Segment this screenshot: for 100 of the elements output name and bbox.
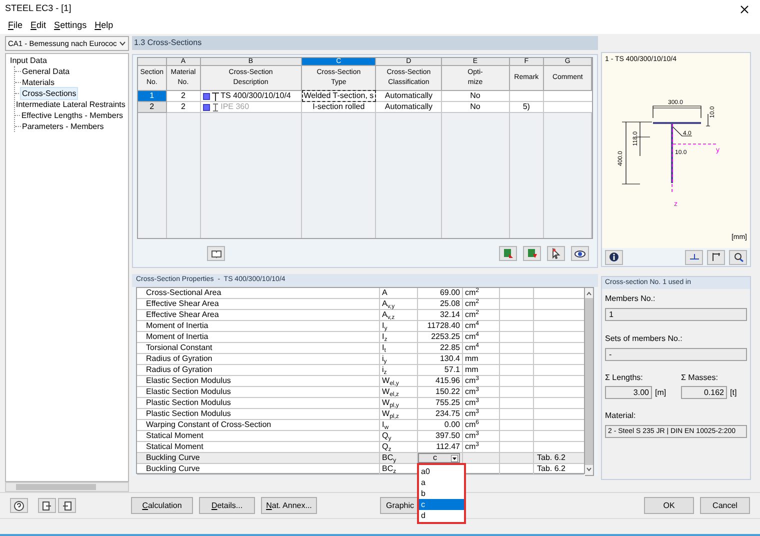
tree-item[interactable]: Materials xyxy=(21,77,56,88)
unit-label: [m] xyxy=(655,386,666,398)
sets-field[interactable]: - xyxy=(605,348,747,361)
menu-item[interactable]: Settings xyxy=(54,19,87,33)
property-name: Cross-Sectional Area xyxy=(146,288,222,297)
tree-item[interactable]: Effective Lengths - Members xyxy=(20,110,124,121)
property-name: Warping Constant of Cross-Section xyxy=(146,420,272,429)
zoom-icon-button[interactable] xyxy=(729,250,747,264)
property-symbol: i$_{y}$ xyxy=(382,354,387,363)
help-icon xyxy=(14,500,24,510)
unit-label: [t] xyxy=(730,386,737,398)
table-cell: 2 xyxy=(166,102,201,113)
property-symbol: BC$_{z}$ xyxy=(382,464,396,473)
property-value: 2253.25 xyxy=(431,332,460,341)
menu-item[interactable]: Edit xyxy=(30,19,46,33)
export-icon-button[interactable] xyxy=(58,498,76,513)
details-button[interactable]: Details... xyxy=(199,497,255,514)
pointer-icon-button[interactable] xyxy=(547,246,565,261)
dimensions-icon xyxy=(710,252,722,262)
tree-item[interactable]: Input Data xyxy=(10,55,124,66)
ok-button[interactable]: OK xyxy=(644,497,694,514)
table-cell: No xyxy=(442,91,510,102)
property-name: Plastic Section Modulus xyxy=(146,398,231,407)
tee-section-icon xyxy=(212,92,219,100)
property-symbol: I$_{w}$ xyxy=(382,420,389,429)
property-symbol: A xyxy=(382,288,388,297)
property-value: 755.25 xyxy=(436,398,460,407)
properties-row[interactable]: Moment of Inertia I$_{y}$ 11728.40 cm$^{4}$ xyxy=(137,321,584,332)
property-unit: cm$^{3}$ xyxy=(465,442,480,451)
lengths-field[interactable]: 3.00 xyxy=(605,386,652,399)
import-icon-button[interactable] xyxy=(499,246,517,261)
property-symbol: Q$_{y}$ xyxy=(382,431,392,440)
calculation-button[interactable]: Calculation xyxy=(131,497,193,514)
masses-field[interactable]: 0.162 xyxy=(681,386,727,399)
property-value: 415.96 xyxy=(436,376,460,385)
row-number[interactable]: 1 xyxy=(138,91,167,102)
property-value: 25.08 xyxy=(440,299,460,308)
properties-row[interactable]: Statical Moment Q$_{y}$ 397.50 cm$^{3}$ xyxy=(137,431,584,442)
properties-row[interactable]: Radius of Gyration i$_{y}$ 130.4 mm xyxy=(137,354,584,365)
properties-row[interactable]: Radius of Gyration i$_{z}$ 57.1 mm xyxy=(137,365,584,376)
properties-row[interactable]: Warping Constant of Cross-Section I$_{w}$ 0.00 cm$^{6}$ xyxy=(137,420,584,431)
property-value: 234.75 xyxy=(436,409,460,418)
menu-item[interactable]: Help xyxy=(94,19,114,33)
dropdown-option[interactable]: a xyxy=(419,477,464,488)
menu-item[interactable]: File xyxy=(8,19,23,33)
i-beam-icon xyxy=(212,102,219,112)
book-icon-button[interactable] xyxy=(207,246,225,261)
import-icon-button[interactable] xyxy=(38,498,56,513)
tree-item[interactable]: General Data xyxy=(21,66,71,77)
dropdown-option[interactable]: c xyxy=(419,499,464,510)
properties-row[interactable]: Torsional Constant I$_{t}$ 22.85 cm$^{4}$ xyxy=(137,343,584,354)
row-number[interactable]: 2 xyxy=(138,102,167,113)
info-icon-button[interactable] xyxy=(605,250,623,264)
property-unit: cm$^{4}$ xyxy=(465,332,480,341)
cancel-button[interactable]: Cancel xyxy=(700,497,750,514)
properties-row[interactable]: Plastic Section Modulus W$_{pl,z}$ 234.75 cm$^{3}$ xyxy=(137,409,584,420)
table-cell: TS 400/300/10/10/4 xyxy=(220,91,291,101)
property-name: Moment of Inertia xyxy=(146,321,208,330)
property-value: 32.14 xyxy=(440,310,460,319)
table-cell xyxy=(510,91,544,102)
help-icon-button[interactable] xyxy=(10,498,28,513)
horizontal-scrollbar[interactable] xyxy=(5,482,129,492)
properties-row[interactable]: Moment of Inertia I$_{z}$ 2253.25 cm$^{4}$ xyxy=(137,332,584,343)
properties-row[interactable]: Elastic Section Modulus W$_{el,z}$ 150.22 cm$^{3}$ xyxy=(137,387,584,398)
close-icon[interactable] xyxy=(740,4,749,14)
property-name: Statical Moment xyxy=(146,442,204,451)
properties-row[interactable]: Effective Shear Area A$_{v,y}$ 25.08 cm$^{2}$ xyxy=(137,299,584,310)
dropdown-option[interactable]: a0 xyxy=(419,466,464,477)
properties-row[interactable]: Cross-Sectional Area A 69.00 cm$^{2}$ xyxy=(137,288,584,299)
properties-row[interactable]: Plastic Section Modulus W$_{pl,y}$ 755.25 cm$^{3}$ xyxy=(137,398,584,409)
nat-annex-button[interactable]: Nat. Annex... xyxy=(261,497,317,514)
color-swatch xyxy=(202,92,210,100)
dropdown-option[interactable]: b xyxy=(419,488,464,499)
members-field[interactable]: 1 xyxy=(605,308,747,321)
vertical-scrollbar[interactable] xyxy=(585,287,594,476)
property-unit: cm$^{2}$ xyxy=(465,288,480,297)
section-view-icon-button[interactable] xyxy=(685,250,703,264)
property-name: Radius of Gyration xyxy=(146,354,212,363)
eye-icon-button[interactable] xyxy=(571,246,589,261)
property-symbol: Q$_{z}$ xyxy=(382,442,392,451)
property-unit: cm$^{2}$ xyxy=(465,310,480,319)
dimensions-icon-button[interactable] xyxy=(707,250,725,264)
property-unit: cm$^{3}$ xyxy=(465,398,480,407)
property-value: 69.00 xyxy=(440,288,460,297)
properties-row[interactable]: Elastic Section Modulus W$_{el,y}$ 415.96 cm$^{3}$ xyxy=(137,376,584,387)
field-label: Members No.: xyxy=(605,293,656,305)
tree-item[interactable]: Intermediate Lateral Restraints xyxy=(15,99,126,110)
curve-dropdown[interactable]: c xyxy=(418,453,460,463)
tree-item[interactable]: Cross-Sections xyxy=(21,88,78,99)
export-icon-button[interactable] xyxy=(523,246,541,261)
property-unit: cm$^{3}$ xyxy=(465,409,480,418)
table-cell: I-section rolled xyxy=(312,102,366,112)
tree-item[interactable]: Parameters - Members xyxy=(21,121,105,132)
table-cell: Automatically xyxy=(376,102,442,113)
properties-row[interactable]: Effective Shear Area A$_{v,z}$ 32.14 cm$^{2}$ xyxy=(137,310,584,321)
property-unit: mm xyxy=(465,365,478,374)
property-symbol: A$_{v,y}$ xyxy=(382,299,395,308)
properties-row[interactable]: Buckling Curve BC$_{y}$ c Tab. 6.2 xyxy=(137,453,584,464)
property-name: Elastic Section Modulus xyxy=(146,376,231,385)
property-value: 57.1 xyxy=(444,365,460,374)
